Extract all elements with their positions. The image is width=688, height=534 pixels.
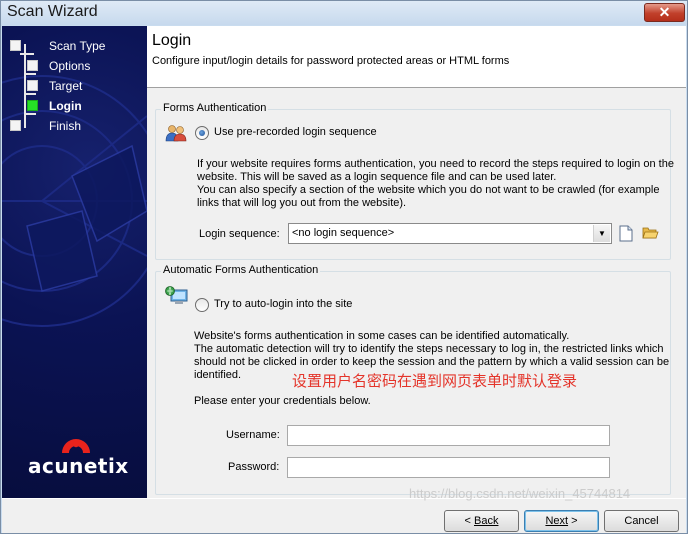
watermark-text: https://blog.csdn.net/weixin_45744814 <box>409 486 631 501</box>
step-label: Login <box>49 99 82 113</box>
step-finish: Finish <box>10 118 145 134</box>
step-label: Scan Type <box>49 39 106 53</box>
username-label: Username: <box>226 429 280 441</box>
step-label: Options <box>49 59 91 73</box>
wizard-sidebar: Scan Type Options Target Login Finish ac… <box>2 26 147 498</box>
description-line: If your website requires forms authentic… <box>197 158 674 170</box>
login-sequence-label: Login sequence: <box>199 228 280 240</box>
pre-recorded-login-label[interactable]: Use pre-recorded login sequence <box>214 126 377 138</box>
page-content: Forms Authentication Use pre-recorded lo… <box>147 89 686 498</box>
step-indicator <box>10 40 21 51</box>
users-icon <box>165 125 187 142</box>
step-label: Finish <box>49 119 82 133</box>
close-icon: ✕ <box>658 4 671 20</box>
description-line: should not be clicked in order to keep t… <box>194 356 670 368</box>
login-sequence-value: <no login sequence> <box>292 227 395 239</box>
group-legend: Automatic Forms Authentication <box>161 264 321 276</box>
username-input[interactable] <box>287 425 610 446</box>
password-label: Password: <box>228 461 280 473</box>
new-file-icon[interactable] <box>619 225 633 242</box>
window-title: Scan Wizard <box>7 3 98 20</box>
acunetix-logo-text: acunetix <box>28 454 129 478</box>
password-input[interactable] <box>287 457 610 478</box>
auto-login-label[interactable]: Try to auto-login into the site <box>214 298 352 310</box>
title-bar[interactable]: Scan Wizard ✕ <box>1 1 687 25</box>
wizard-client-area: Scan Type Options Target Login Finish ac… <box>2 26 686 533</box>
step-indicator <box>27 60 38 71</box>
next-button[interactable]: Next > <box>524 510 599 532</box>
auto-login-radio[interactable] <box>195 298 209 312</box>
pre-recorded-login-radio[interactable] <box>195 126 209 140</box>
description-line: website. This will be saved as a login s… <box>197 171 557 183</box>
step-indicator <box>10 120 21 131</box>
step-indicator-active <box>27 100 38 111</box>
close-button[interactable]: ✕ <box>644 3 685 22</box>
forms-authentication-group: Forms Authentication Use pre-recorded lo… <box>155 102 674 260</box>
description-line: Website's forms authentication in some c… <box>194 330 570 342</box>
page-title: Login <box>152 32 192 49</box>
next-arrow-icon: > <box>568 515 578 527</box>
step-login: Login <box>10 98 145 114</box>
step-scan-type: Scan Type <box>10 38 145 54</box>
radio-selected-dot <box>199 130 205 136</box>
description-line: The automatic detection will try to iden… <box>194 343 664 355</box>
wizard-footer: < Back Next > Cancel <box>2 498 686 533</box>
chinese-annotation-text: 设置用户名密码在遇到网页表单时默认登录 <box>292 373 578 390</box>
step-label: Target <box>49 79 83 93</box>
next-button-label: Next <box>545 515 569 527</box>
cancel-button[interactable]: Cancel <box>604 510 679 532</box>
back-button[interactable]: < Back <box>444 510 519 532</box>
automatic-forms-authentication-group: Automatic Forms Authentication Try to au… <box>155 264 671 495</box>
page-subtitle: Configure input/login details for passwo… <box>152 55 510 67</box>
chevron-down-icon[interactable]: ▼ <box>593 225 610 242</box>
page-header: Login Configure input/login details for … <box>147 26 686 88</box>
computer-network-icon <box>165 286 188 304</box>
description-line: links that will log you out from the web… <box>197 197 407 209</box>
cancel-button-label: Cancel <box>624 515 659 527</box>
back-arrow-icon: < <box>464 515 474 527</box>
scan-wizard-window: Scan Wizard ✕ Scan Type Options Target L… <box>0 0 688 534</box>
login-sequence-select[interactable]: <no login sequence> ▼ <box>288 223 612 244</box>
back-button-label: Back <box>474 515 499 527</box>
forms-auth-description: If your website requires forms authentic… <box>197 158 674 210</box>
step-target: Target <box>10 78 145 94</box>
credentials-prompt: Please enter your credentials below. <box>194 395 371 407</box>
step-options: Options <box>10 58 145 74</box>
acunetix-logo-icon <box>62 439 90 453</box>
group-legend: Forms Authentication <box>161 102 269 114</box>
description-line: You can also specify a section of the we… <box>197 184 660 196</box>
open-folder-icon[interactable] <box>642 225 659 240</box>
step-indicator <box>27 80 38 91</box>
